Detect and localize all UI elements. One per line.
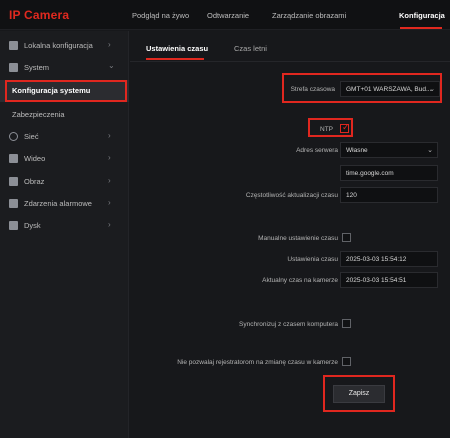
tab-active-underline (146, 58, 204, 60)
sidebar-item-label: Obraz (24, 177, 45, 186)
image-icon (9, 177, 18, 186)
sync-pc-time-label: Synchronizuj z czasem komputera (239, 321, 338, 328)
monitor-icon (9, 41, 18, 50)
highlight-box-ntp (308, 118, 353, 137)
manual-time-checkbox[interactable] (342, 233, 351, 242)
sidebar-item-label: Wideo (24, 154, 46, 163)
sidebar-item-video[interactable]: Wideo › (0, 148, 129, 170)
nav-playback[interactable]: Odtwarzanie (207, 11, 249, 20)
highlight-box-save (323, 375, 395, 412)
system-icon (9, 63, 18, 72)
nav-active-underline (400, 27, 442, 29)
network-icon (9, 132, 18, 141)
tab-time-settings[interactable]: Ustawienia czasu (146, 44, 208, 53)
sidebar-item-disk[interactable]: Dysk › (0, 215, 129, 237)
manual-time-label: Manualne ustawienie czasu (258, 235, 338, 242)
sidebar-item-label: Lokalna konfiguracja (24, 41, 93, 50)
no-recorder-change-checkbox[interactable] (342, 357, 351, 366)
sidebar-item-image[interactable]: Obraz › (0, 171, 129, 193)
chevron-right-icon: › (108, 220, 111, 229)
set-time-input[interactable]: 2025-03-03 15:54:12 (340, 251, 438, 267)
server-address-label: Adres serwera (296, 147, 338, 154)
sidebar-item-alarm-events[interactable]: Zdarzenia alarmowe › (0, 193, 129, 215)
chevron-down-icon: ⌄ (427, 147, 433, 154)
server-select[interactable]: Własne ⌄ (340, 142, 438, 158)
nav-live-view[interactable]: Podgląd na żywo (132, 11, 189, 20)
update-interval-input[interactable]: 120 (340, 187, 438, 203)
brand-logo: IP Camera (9, 8, 70, 22)
camera-time-label: Aktualny czas na kamerze (262, 277, 338, 284)
server-select-value: Własne (346, 147, 368, 154)
no-recorder-change-label: Nie pozwalaj rejestratorom na zmianę cza… (177, 359, 338, 366)
chevron-right-icon: › (108, 40, 111, 49)
server-address-input[interactable]: time.google.com (340, 165, 438, 181)
disk-icon (9, 221, 18, 230)
main-panel: Ustawienia czasu Czas letni Strefa czaso… (130, 31, 450, 438)
tab-divider (130, 61, 450, 62)
chevron-right-icon: › (108, 198, 111, 207)
sidebar-item-label: System (24, 63, 50, 72)
chevron-right-icon: › (108, 131, 111, 140)
sidebar-item-label: Zdarzenia alarmowe (24, 199, 92, 208)
chevron-down-icon: ⌄ (108, 61, 115, 70)
sidebar-item-security[interactable]: Zabezpieczenia (0, 104, 129, 126)
chevron-right-icon: › (108, 153, 111, 162)
video-icon (9, 154, 18, 163)
top-navigation-bar: IP Camera Podgląd na żywo Odtwarzanie Za… (0, 0, 450, 30)
tab-daylight-saving[interactable]: Czas letni (234, 44, 267, 53)
chevron-right-icon: › (108, 176, 111, 185)
nav-configuration[interactable]: Konfiguracja (399, 11, 445, 20)
update-interval-label: Częstotliwość aktualizacji czasu (245, 192, 338, 199)
highlight-box-timezone (282, 73, 442, 103)
camera-time-value: 2025-03-03 15:54:51 (340, 272, 438, 288)
highlight-box-system-config (5, 80, 127, 102)
sidebar-item-local-config[interactable]: Lokalna konfiguracja › (0, 35, 129, 57)
sidebar-item-label: Zabezpieczenia (12, 110, 65, 119)
sidebar-item-label: Sieć (24, 132, 39, 141)
sidebar-item-system[interactable]: System ⌄ (0, 57, 129, 79)
sync-pc-time-checkbox[interactable] (342, 319, 351, 328)
sidebar-item-label: Dysk (24, 221, 41, 230)
alarm-icon (9, 199, 18, 208)
nav-image-management[interactable]: Zarządzanie obrazami (272, 11, 346, 20)
set-time-label: Ustawienia czasu (287, 256, 338, 263)
sidebar-item-network[interactable]: Sieć › (0, 126, 129, 148)
